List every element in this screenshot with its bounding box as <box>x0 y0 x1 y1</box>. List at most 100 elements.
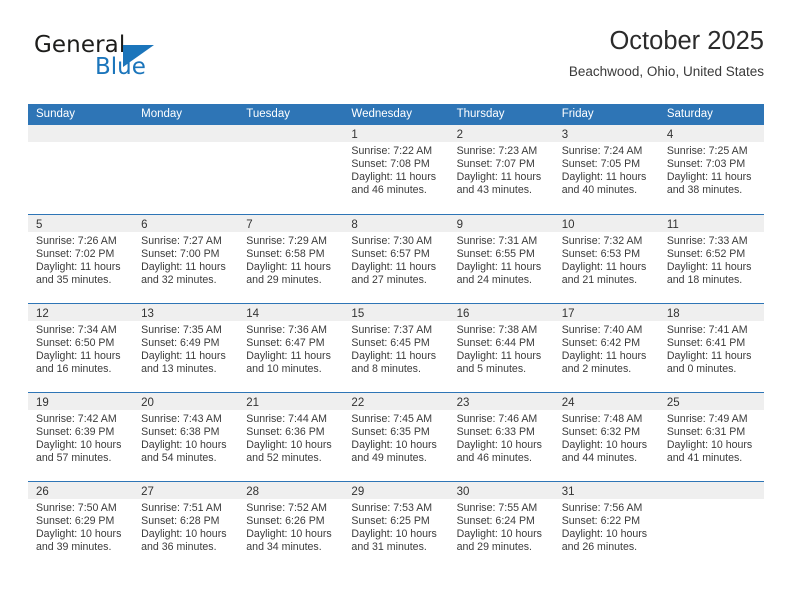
day-number: 17 <box>561 308 575 320</box>
day-number: 29 <box>351 486 365 498</box>
day-cell[interactable]: 13 Sunrise: 7:35 AM Sunset: 6:49 PM Dayligh… <box>133 304 239 392</box>
daylight-text-line2: and 46 minutes. <box>351 184 427 197</box>
day-cell[interactable]: 1 Sunrise: 7:22 AM Sunset: 7:08 PM Daylight… <box>343 125 449 214</box>
day-cell[interactable]: 9 Sunrise: 7:31 AM Sunset: 6:55 PM Daylight… <box>448 215 554 303</box>
day-details: Sunrise: 7:32 AM Sunset: 6:53 PM Daylight:… <box>554 232 659 287</box>
day-cell[interactable]: 24 Sunrise: 7:48 AM Sunset: 6:32 PM Dayligh… <box>553 393 659 481</box>
daylight-text-line2: and 46 minutes. <box>456 452 532 465</box>
day-details: Sunrise: 7:56 AM Sunset: 6:22 PM Daylight:… <box>554 499 659 554</box>
day-details: Sunrise: 7:53 AM Sunset: 6:25 PM Daylight:… <box>343 499 448 554</box>
sunrise-text: Sunrise: 7:36 AM <box>246 324 327 336</box>
day-cell[interactable]: 18 Sunrise: 7:41 AM Sunset: 6:41 PM Dayligh… <box>658 304 764 392</box>
day-cell[interactable]: 12 Sunrise: 7:34 AM Sunset: 6:50 PM Dayligh… <box>28 304 134 392</box>
day-number: 3 <box>561 129 569 141</box>
daylight-text-line1: Daylight: 11 hours <box>351 171 437 184</box>
weekday-header-row: Sunday Monday Tuesday Wednesday Thursday Frid… <box>28 104 764 125</box>
page-subtitle: Beachwood, Ohio, United States <box>568 64 764 79</box>
day-number-band: 22 <box>343 393 449 410</box>
daylight-text-line1: Daylight: 11 hours <box>666 171 752 184</box>
day-cell[interactable]: 27 Sunrise: 7:51 AM Sunset: 6:28 PM Dayligh… <box>133 482 239 570</box>
day-cell[interactable]: 29 Sunrise: 7:53 AM Sunset: 6:25 PM Dayligh… <box>343 482 449 570</box>
day-number: 26 <box>36 486 49 498</box>
sunrise-text: Sunrise: 7:25 AM <box>666 145 748 157</box>
day-number: 16 <box>456 308 470 320</box>
daylight-text-line1: Daylight: 11 hours <box>141 350 226 363</box>
sunrise-text: Sunrise: 7:45 AM <box>351 413 433 425</box>
sunrise-text: Sunrise: 7:24 AM <box>561 145 643 157</box>
day-details: Sunrise: 7:33 AM Sunset: 6:52 PM Daylight:… <box>659 232 764 287</box>
day-number-band: 18 <box>658 304 764 321</box>
day-number: 8 <box>351 219 358 231</box>
daylight-text-line2: and 21 minutes. <box>561 274 638 287</box>
day-cell[interactable]: 3 Sunrise: 7:24 AM Sunset: 7:05 PM Daylight… <box>553 125 659 214</box>
day-cell[interactable]: 14 Sunrise: 7:36 AM Sunset: 6:47 PM Dayligh… <box>238 304 344 392</box>
sunset-text: Sunset: 7:00 PM <box>141 248 220 261</box>
daylight-text-line1: Daylight: 10 hours <box>351 528 437 541</box>
day-number: 19 <box>36 397 49 409</box>
sunset-text: Sunset: 6:22 PM <box>561 515 641 528</box>
day-cell[interactable]: 2 Sunrise: 7:23 AM Sunset: 7:07 PM Daylight… <box>448 125 554 214</box>
sunrise-text: Sunrise: 7:26 AM <box>36 235 117 247</box>
day-cell[interactable]: 22 Sunrise: 7:45 AM Sunset: 6:35 PM Dayligh… <box>343 393 449 481</box>
day-cell[interactable]: 23 Sunrise: 7:46 AM Sunset: 6:33 PM Dayligh… <box>448 393 554 481</box>
general-blue-logo[interactable]: General Blue <box>34 32 214 92</box>
day-number-band: 31 <box>553 482 659 499</box>
day-cell[interactable]: 15 Sunrise: 7:37 AM Sunset: 6:45 PM Dayligh… <box>343 304 449 392</box>
daylight-text-line1: Daylight: 11 hours <box>666 261 752 274</box>
day-number-band: 28 <box>238 482 344 499</box>
daylight-text-line1: Daylight: 11 hours <box>666 350 752 363</box>
day-number-band: 29 <box>343 482 449 499</box>
day-number-band: 14 <box>238 304 344 321</box>
day-number: 12 <box>36 308 49 320</box>
day-details: Sunrise: 7:45 AM Sunset: 6:35 PM Daylight:… <box>343 410 448 465</box>
day-cell[interactable]: 31 Sunrise: 7:56 AM Sunset: 6:22 PM Dayligh… <box>553 482 659 570</box>
day-cell[interactable]: 11 Sunrise: 7:33 AM Sunset: 6:52 PM Dayligh… <box>658 215 764 303</box>
daylight-text-line2: and 43 minutes. <box>456 184 532 197</box>
sunset-text: Sunset: 6:24 PM <box>456 515 535 528</box>
day-cell[interactable]: 10 Sunrise: 7:32 AM Sunset: 6:53 PM Dayligh… <box>553 215 659 303</box>
day-number: 13 <box>141 308 154 320</box>
day-number-band: 21 <box>238 393 344 410</box>
day-cell[interactable]: 7 Sunrise: 7:29 AM Sunset: 6:58 PM Daylight… <box>238 215 344 303</box>
day-cell[interactable]: 19 Sunrise: 7:42 AM Sunset: 6:39 PM Dayligh… <box>28 393 134 481</box>
day-cell[interactable]: 17 Sunrise: 7:40 AM Sunset: 6:42 PM Dayligh… <box>553 304 659 392</box>
daylight-text-line1: Daylight: 10 hours <box>36 528 122 541</box>
daylight-text-line1: Daylight: 10 hours <box>351 439 437 452</box>
day-cell[interactable]: 8 Sunrise: 7:30 AM Sunset: 6:57 PM Daylight… <box>343 215 449 303</box>
day-number: 14 <box>246 308 260 320</box>
day-number: 4 <box>666 129 674 141</box>
day-details: Sunrise: 7:35 AM Sunset: 6:49 PM Daylight:… <box>133 321 238 376</box>
daylight-text-line1: Daylight: 10 hours <box>456 528 542 541</box>
day-details: Sunrise: 7:51 AM Sunset: 6:28 PM Daylight:… <box>133 499 238 554</box>
day-number-band: 23 <box>448 393 554 410</box>
calendar-week-row: 19 Sunrise: 7:42 AM Sunset: 6:39 PM Dayligh… <box>28 392 764 481</box>
day-cell[interactable]: 21 Sunrise: 7:44 AM Sunset: 6:36 PM Dayligh… <box>238 393 344 481</box>
daylight-text-line2: and 38 minutes. <box>666 184 743 197</box>
day-cell[interactable]: 30 Sunrise: 7:55 AM Sunset: 6:24 PM Dayligh… <box>448 482 554 570</box>
day-details: Sunrise: 7:30 AM Sunset: 6:57 PM Daylight:… <box>343 232 448 287</box>
day-cell-empty <box>133 125 239 214</box>
day-cell[interactable]: 4 Sunrise: 7:25 AM Sunset: 7:03 PM Daylight… <box>658 125 764 214</box>
sunrise-text: Sunrise: 7:37 AM <box>351 324 433 336</box>
sunrise-text: Sunrise: 7:41 AM <box>666 324 748 336</box>
sunset-text: Sunset: 7:08 PM <box>351 158 430 171</box>
day-details: Sunrise: 7:24 AM Sunset: 7:05 PM Daylight:… <box>554 142 659 197</box>
sunset-text: Sunset: 6:38 PM <box>141 426 220 439</box>
sunset-text: Sunset: 6:41 PM <box>666 337 746 350</box>
day-cell[interactable]: 20 Sunrise: 7:43 AM Sunset: 6:38 PM Dayligh… <box>133 393 239 481</box>
day-cell[interactable]: 16 Sunrise: 7:38 AM Sunset: 6:44 PM Dayligh… <box>448 304 554 392</box>
daylight-text-line2: and 10 minutes. <box>246 363 322 376</box>
daylight-text-line1: Daylight: 11 hours <box>456 261 542 274</box>
day-number-band: 25 <box>658 393 764 410</box>
daylight-text-line1: Daylight: 11 hours <box>351 350 437 363</box>
day-cell[interactable]: 25 Sunrise: 7:49 AM Sunset: 6:31 PM Dayligh… <box>658 393 764 481</box>
daylight-text-line2: and 41 minutes. <box>666 452 743 465</box>
calendar-weeks: 1 Sunrise: 7:22 AM Sunset: 7:08 PM Daylight… <box>28 125 764 570</box>
day-cell[interactable]: 28 Sunrise: 7:52 AM Sunset: 6:26 PM Dayligh… <box>238 482 344 570</box>
day-cell[interactable]: 5 Sunrise: 7:26 AM Sunset: 7:02 PM Daylight… <box>28 215 134 303</box>
daylight-text-line1: Daylight: 10 hours <box>141 439 227 452</box>
day-cell[interactable]: 26 Sunrise: 7:50 AM Sunset: 6:29 PM Dayligh… <box>28 482 134 570</box>
day-cell[interactable]: 6 Sunrise: 7:27 AM Sunset: 7:00 PM Daylight… <box>133 215 239 303</box>
day-cell-empty <box>238 125 344 214</box>
sunrise-text: Sunrise: 7:52 AM <box>246 502 327 514</box>
